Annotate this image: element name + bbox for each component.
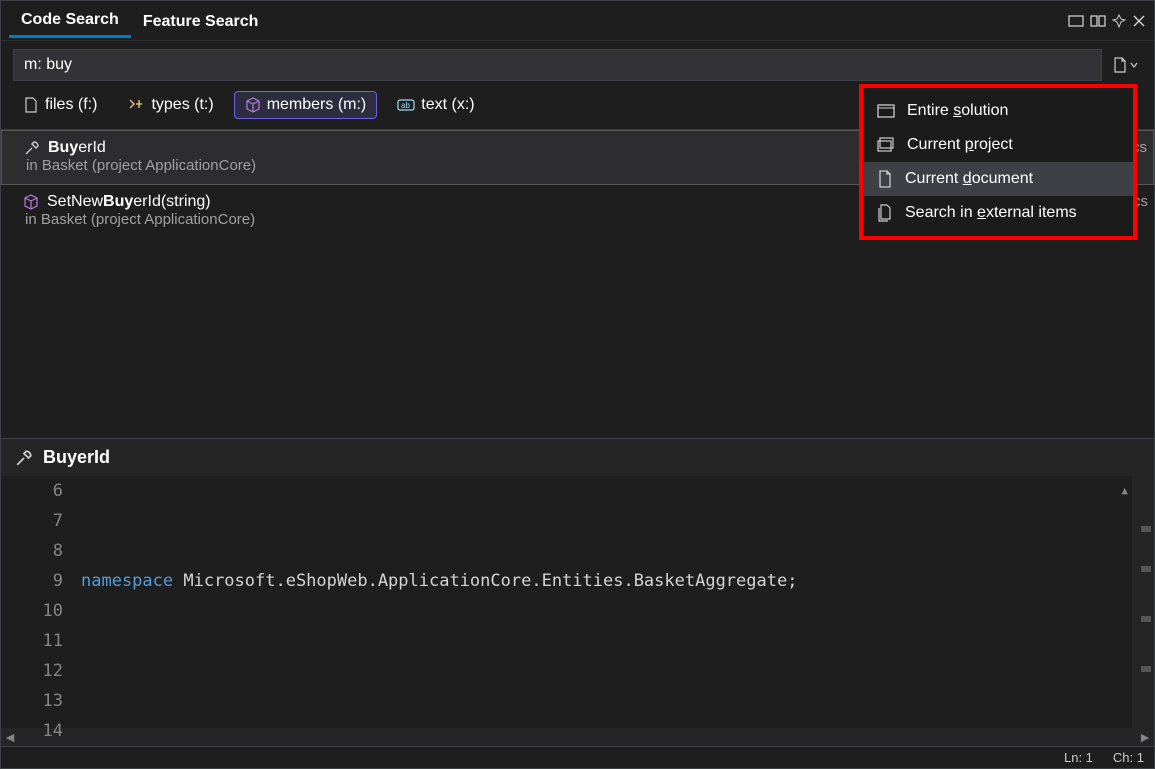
close-icon[interactable] <box>1132 14 1146 28</box>
filter-members-label: members (m:) <box>267 96 367 114</box>
scope-filter-button[interactable] <box>1108 53 1142 77</box>
horizontal-scrollbar[interactable]: ◄ ► <box>1 728 1154 746</box>
tab-bar: Code Search Feature Search <box>1 1 1154 41</box>
cube-icon <box>23 194 39 210</box>
line-gutter: 6 7 8 9 10 11 12 13 14 <box>1 476 81 728</box>
filter-files[interactable]: files (f:) <box>13 92 107 118</box>
filter-types-label: types (t:) <box>151 96 213 114</box>
svg-text:ab: ab <box>401 101 410 110</box>
window-icon <box>877 103 895 119</box>
filter-text-label: text (x:) <box>421 96 474 114</box>
menu-entire-solution[interactable]: Entire solution <box>863 94 1133 128</box>
scroll-up-arrow[interactable]: ▲ <box>1121 476 1128 506</box>
search-input[interactable] <box>13 49 1102 81</box>
tab-code-search[interactable]: Code Search <box>9 3 131 38</box>
status-line: Ln: 1 <box>1064 750 1093 765</box>
result-title-text: SetNewBuyerId(string) <box>47 193 211 211</box>
document-icon <box>1112 57 1128 73</box>
menu-label: Search in external items <box>905 204 1077 222</box>
menu-current-project[interactable]: Current project <box>863 128 1133 162</box>
text-icon: ab <box>397 98 415 112</box>
filter-files-label: files (f:) <box>45 96 97 114</box>
windows-icon <box>877 137 895 153</box>
search-row <box>1 41 1154 85</box>
preview-title: BuyerId <box>43 447 110 468</box>
preview-header: BuyerId <box>1 438 1154 476</box>
filter-members[interactable]: members (m:) <box>234 91 378 119</box>
results-empty-area <box>1 239 1154 438</box>
scroll-right-arrow[interactable]: ► <box>1136 729 1154 745</box>
documents-icon <box>877 204 893 222</box>
menu-label: Current document <box>905 170 1033 188</box>
menu-external-items[interactable]: Search in external items <box>863 196 1133 230</box>
cube-icon <box>245 97 261 113</box>
scope-dropdown-menu: Entire solution Current project Current … <box>859 84 1137 240</box>
filter-text[interactable]: ab text (x:) <box>387 92 484 118</box>
menu-current-document[interactable]: Current document <box>863 162 1133 196</box>
minimap[interactable] <box>1132 476 1154 728</box>
split-vertical-icon[interactable] <box>1090 14 1106 28</box>
code-body[interactable]: ▲ namespace Microsoft.eShopWeb.Applicati… <box>81 476 1132 728</box>
result-title-text: BuyerId <box>48 139 106 157</box>
pin-icon[interactable] <box>1112 14 1126 28</box>
code-preview[interactable]: 6 7 8 9 10 11 12 13 14 ▲ namespace Micro… <box>1 476 1154 728</box>
split-horizontal-icon[interactable] <box>1068 14 1084 28</box>
wrench-icon <box>24 140 40 156</box>
wrench-icon <box>15 449 33 467</box>
filter-types[interactable]: types (t:) <box>117 92 223 118</box>
menu-label: Current project <box>907 136 1013 154</box>
titlebar-controls <box>1068 14 1146 28</box>
file-icon <box>23 97 39 113</box>
types-icon <box>127 97 145 113</box>
menu-label: Entire solution <box>907 102 1008 120</box>
document-icon <box>877 170 893 188</box>
tab-feature-search[interactable]: Feature Search <box>131 5 271 37</box>
chevron-down-icon <box>1130 61 1138 69</box>
status-col: Ch: 1 <box>1113 750 1144 765</box>
status-bar: Ln: 1 Ch: 1 <box>1 746 1154 768</box>
